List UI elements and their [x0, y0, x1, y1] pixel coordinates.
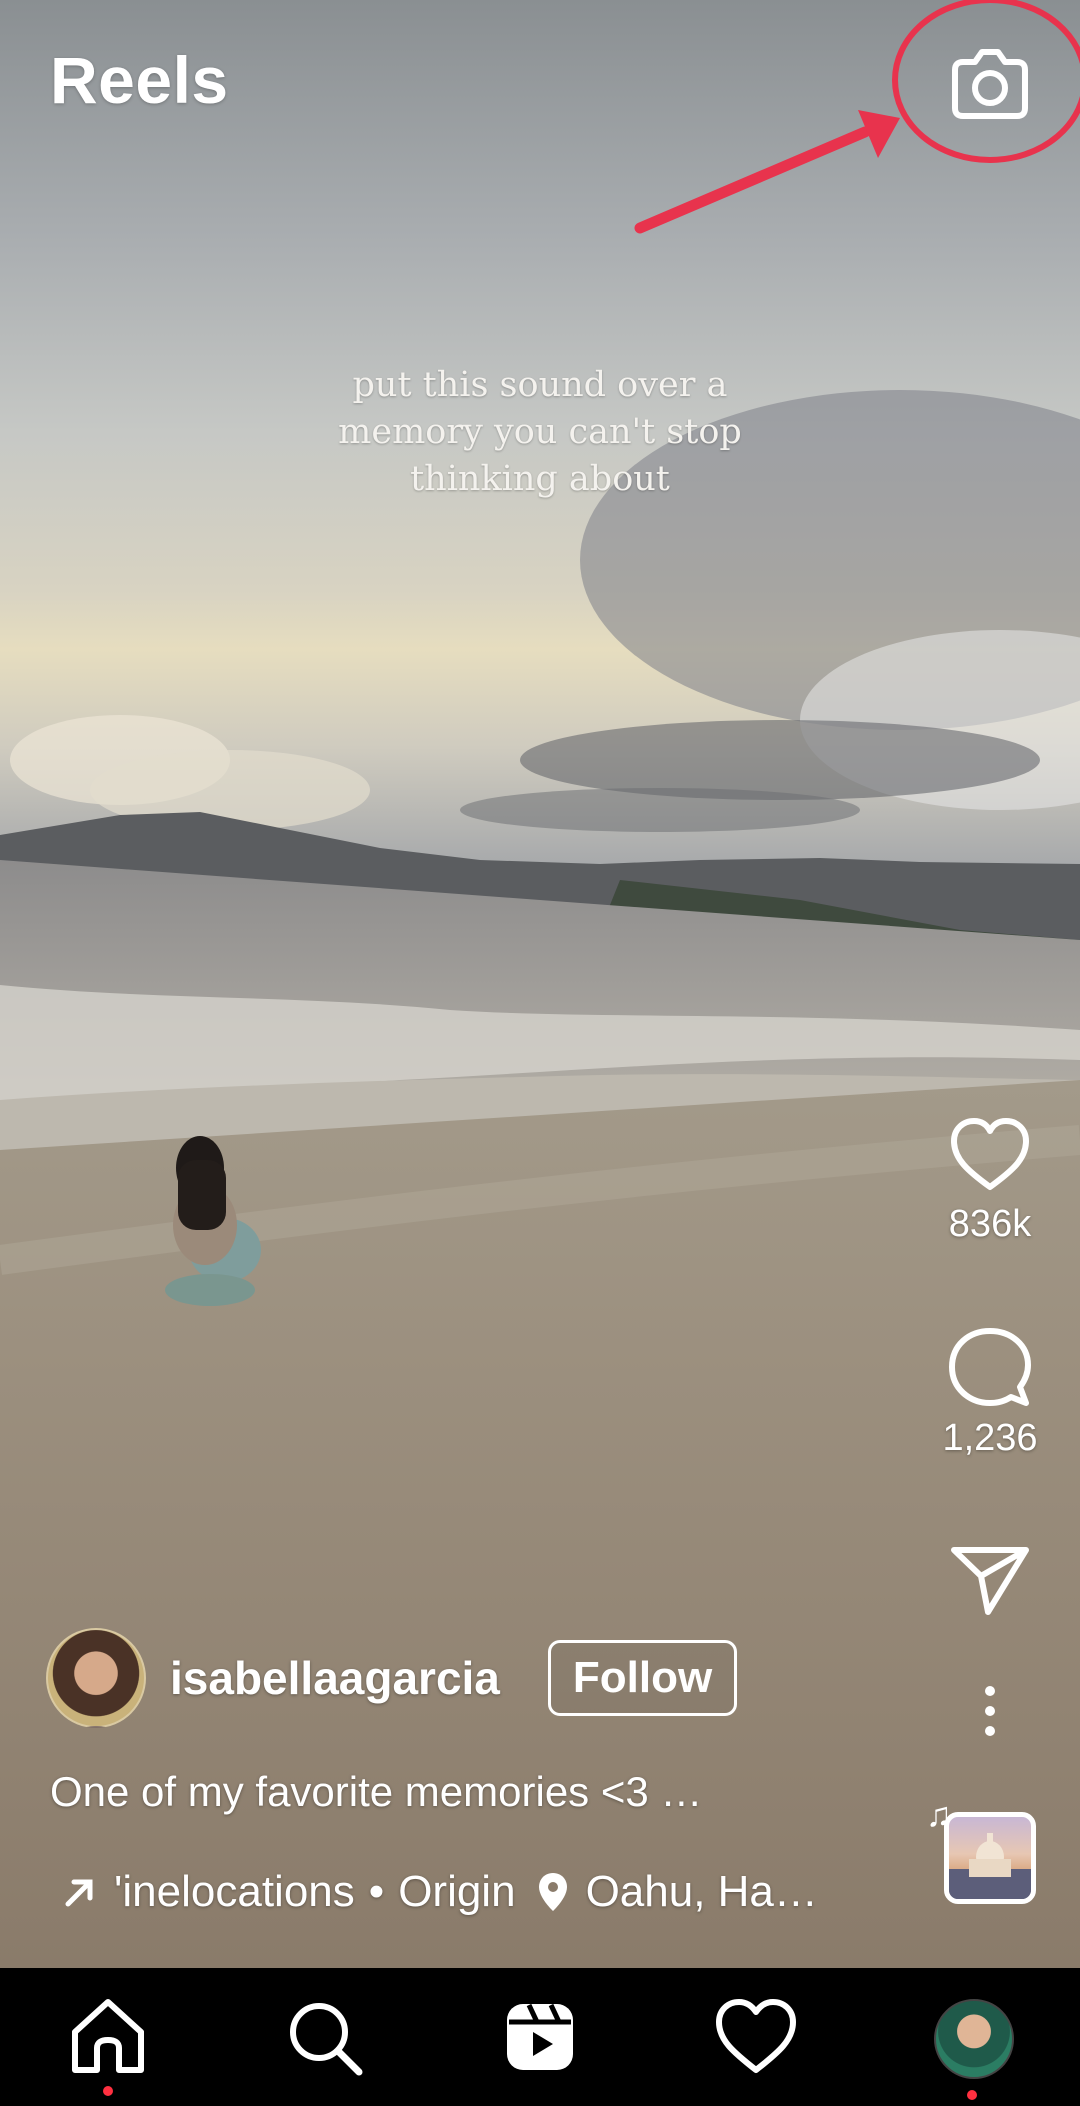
- nav-search[interactable]: [279, 1992, 369, 2082]
- location-label[interactable]: Oahu, Ha…: [586, 1867, 818, 1917]
- audio-title[interactable]: Origin: [398, 1867, 515, 1917]
- audio-thumbnail[interactable]: [944, 1812, 1036, 1904]
- more-action: [930, 1683, 1050, 1739]
- like-count: 836k: [948, 1203, 1032, 1245]
- nav-profile[interactable]: [927, 1992, 1017, 2100]
- profile-avatar: [934, 1999, 1014, 2079]
- audio-cover-art: [949, 1833, 1031, 1899]
- arrow-icon: [65, 1879, 93, 1907]
- comment-icon[interactable]: [948, 1325, 1032, 1409]
- profile-notification-dot: [967, 2090, 977, 2100]
- comment-count: 1,236: [942, 1417, 1038, 1459]
- bottom-nav: [0, 1968, 1080, 2106]
- home-icon: [72, 1999, 144, 2073]
- meta-separator: •: [368, 1867, 385, 1916]
- heart-icon[interactable]: [948, 1115, 1032, 1195]
- follow-button[interactable]: Follow: [547, 1640, 738, 1716]
- home-notification-dot: [103, 2086, 113, 2096]
- author-row: isabellaagarcia Follow: [46, 1628, 738, 1728]
- reels-icon: [507, 2003, 573, 2070]
- share-icon[interactable]: [948, 1542, 1032, 1618]
- author-avatar[interactable]: [46, 1628, 146, 1728]
- camera-button[interactable]: [940, 40, 1040, 130]
- nav-activity[interactable]: [711, 1992, 801, 2082]
- author-username[interactable]: isabellaagarcia: [170, 1651, 500, 1705]
- nav-reels[interactable]: [495, 1992, 585, 2082]
- reel-video[interactable]: Reels put this sound over a memory you c…: [0, 0, 1080, 1968]
- comment-action: 1,236: [930, 1325, 1050, 1460]
- audio-source-text[interactable]: 'inelocations: [114, 1867, 355, 1917]
- overlay-line: put this sound over a: [352, 365, 728, 405]
- overlay-line: thinking about: [410, 459, 670, 499]
- overlay-line: memory you can't stop: [338, 412, 742, 452]
- reel-meta-row: 'inelocations • Origin Oahu, Ha…: [60, 1862, 900, 1922]
- like-action: 836k: [930, 1115, 1050, 1246]
- reel-text-overlay: put this sound over a memory you can't s…: [300, 362, 780, 503]
- search-icon: [290, 2003, 363, 2076]
- location-pin-icon: [536, 1871, 570, 1913]
- share-action: [930, 1542, 1050, 1618]
- page-title: Reels: [50, 43, 229, 117]
- more-icon[interactable]: [980, 1683, 1000, 1739]
- activity-heart-icon: [716, 1999, 796, 2073]
- camera-icon: [952, 49, 1028, 119]
- reel-caption[interactable]: One of my favorite memories <3 …: [50, 1768, 702, 1816]
- nav-home[interactable]: [63, 1992, 153, 2096]
